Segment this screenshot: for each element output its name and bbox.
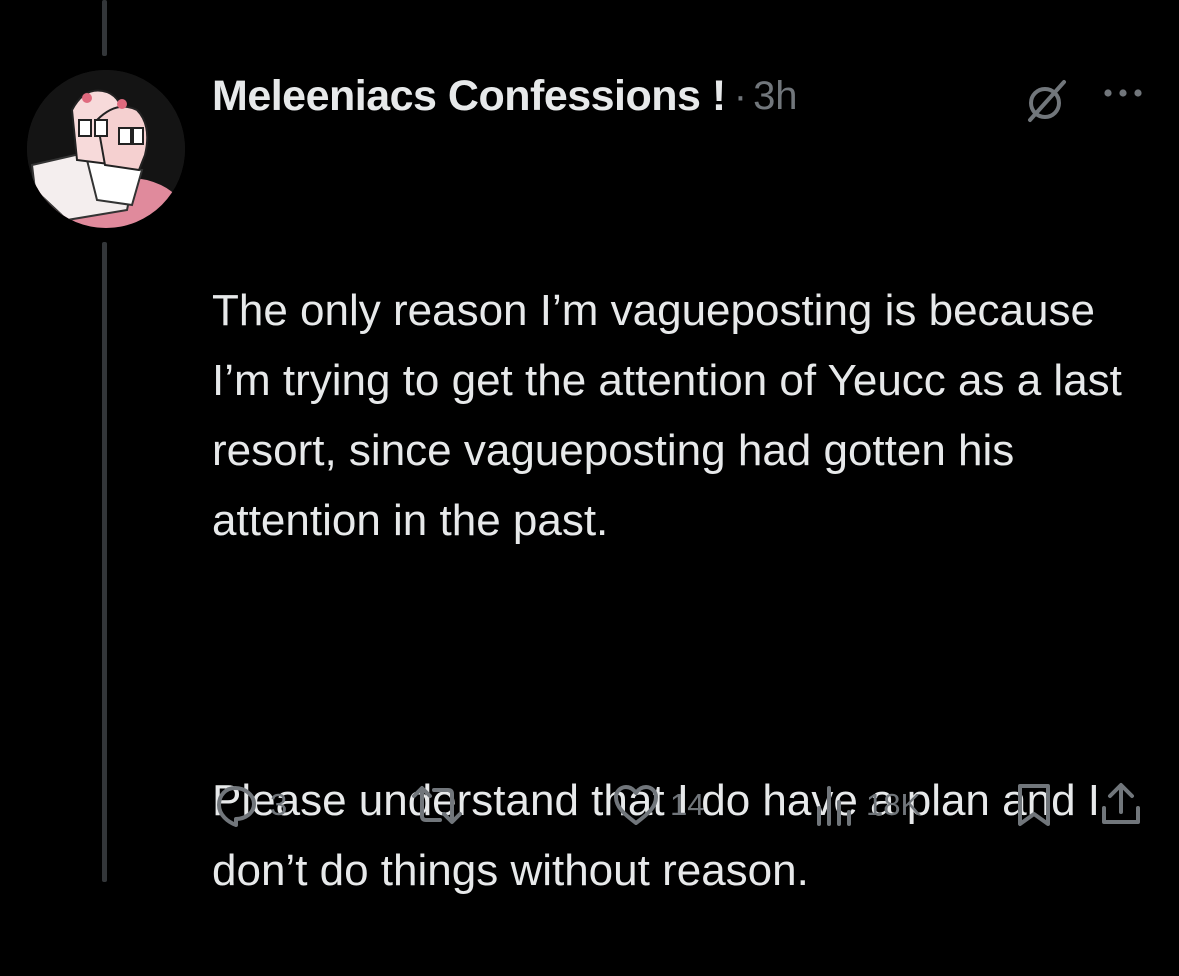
like-count: 14 [670,787,705,822]
thread-line-top [102,0,107,56]
post-paragraph-1: The only reason I’m vagueposting is beca… [212,286,1135,545]
bookmark-icon [1014,782,1054,828]
bookmark-button[interactable] [1014,780,1054,830]
avatar[interactable] [27,70,185,228]
grok-icon[interactable] [1022,78,1072,124]
views-button[interactable]: 18K [814,780,921,830]
repost-icon [410,782,464,828]
header-separator: · [733,73,748,118]
action-bar: 3 14 18K [0,780,1179,830]
repost-button[interactable] [410,780,474,830]
more-icon[interactable] [1100,82,1146,104]
share-button[interactable] [1098,780,1144,830]
views-count: 18K [866,787,922,822]
reply-count: 3 [270,787,288,822]
post-header: Meleeniacs Confessions ! · 3h [212,66,798,126]
post-text: The only reason I’m vagueposting is beca… [212,136,1152,976]
reply-button[interactable]: 3 [214,780,287,830]
views-icon [814,782,856,828]
share-icon [1098,782,1144,828]
heart-icon [612,782,660,828]
post-time[interactable]: 3h [753,74,798,119]
like-button[interactable]: 14 [612,780,704,830]
reply-icon [214,782,260,828]
display-name[interactable]: Meleeniacs Confessions ! [212,72,726,121]
